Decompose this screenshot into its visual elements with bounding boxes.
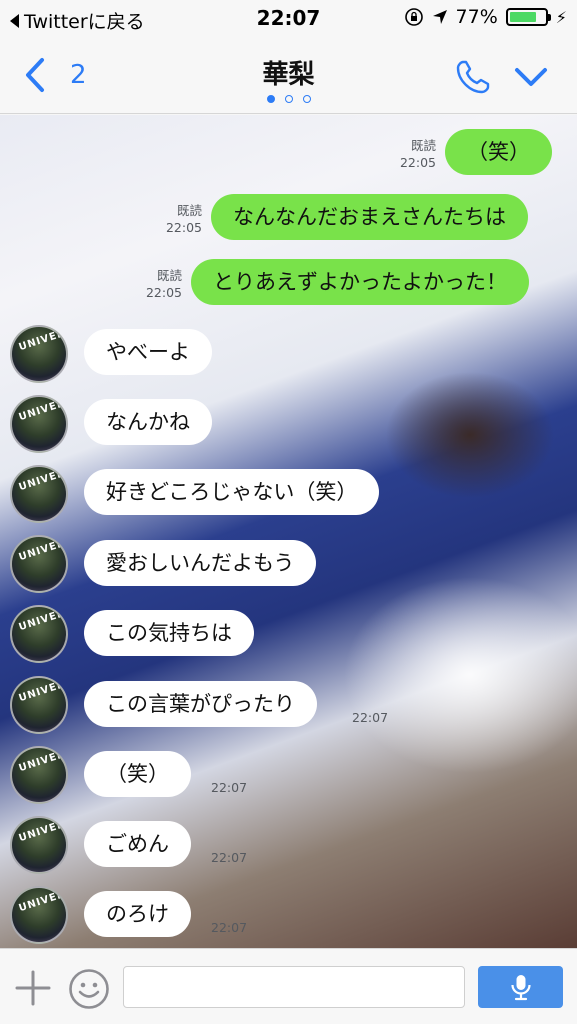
- avatar[interactable]: UNIVER: [10, 816, 68, 874]
- message-bubble-in[interactable]: （笑）: [84, 751, 191, 797]
- message-bubble-in[interactable]: なんかね: [84, 399, 212, 445]
- message-bubble-out[interactable]: なんなんだおまえさんたちは: [211, 194, 528, 240]
- message-time: 22:07: [352, 710, 389, 725]
- message-bubble-in[interactable]: 愛おしいんだよもう: [84, 540, 317, 586]
- status-bar: Twitterに戻る 22:07 77% ⚡: [0, 0, 577, 36]
- message-time: 22:05: [399, 155, 436, 170]
- voice-button[interactable]: [478, 966, 563, 1008]
- message-time: 22:07: [211, 780, 248, 795]
- location-icon: [432, 10, 447, 24]
- message-time: 22:05: [165, 220, 202, 235]
- phone-icon[interactable]: [454, 58, 492, 96]
- message-bubble-in[interactable]: この気持ちは: [84, 610, 254, 656]
- avatar[interactable]: UNIVER: [10, 746, 68, 804]
- message-bubble-out[interactable]: とりあえずよかったよかった！: [191, 259, 529, 305]
- page-dot: [266, 95, 275, 103]
- avatar[interactable]: UNIVER: [10, 605, 68, 663]
- page-dot: [284, 95, 293, 103]
- message-bubble-in[interactable]: この言葉がぴったり: [84, 681, 317, 727]
- rotation-lock-icon: [404, 8, 423, 26]
- message-time: 22:05: [145, 285, 182, 300]
- message-input[interactable]: [123, 966, 465, 1008]
- charging-icon: ⚡: [555, 7, 567, 27]
- read-receipt: 既読: [176, 203, 202, 218]
- battery-percent: 77%: [455, 6, 498, 28]
- message-time: 22:07: [211, 850, 248, 865]
- message-bubble-out[interactable]: （笑）: [445, 129, 552, 175]
- avatar[interactable]: UNIVER: [10, 886, 68, 944]
- avatar[interactable]: UNIVER: [10, 535, 68, 593]
- avatar[interactable]: UNIVER: [10, 325, 68, 383]
- plus-icon[interactable]: [14, 969, 52, 1007]
- avatar[interactable]: UNIVER: [10, 465, 68, 523]
- page-dot: [302, 95, 311, 103]
- microphone-icon: [510, 975, 531, 1001]
- read-receipt: 既読: [410, 138, 436, 153]
- page-indicator: [0, 95, 577, 103]
- message-input-bar: [0, 948, 577, 1024]
- chevron-down-icon[interactable]: [513, 62, 549, 92]
- read-receipt: 既読: [156, 268, 182, 283]
- message-time: 22:07: [211, 920, 248, 935]
- message-bubble-in[interactable]: のろけ: [84, 891, 191, 937]
- message-bubble-in[interactable]: やべーよ: [84, 329, 212, 375]
- chat-area[interactable]: 既読 22:05 （笑） 既読 22:05 なんなんだおまえさんたちは 既読 2…: [0, 115, 577, 948]
- smile-icon[interactable]: [68, 968, 110, 1010]
- message-bubble-in[interactable]: ごめん: [84, 821, 191, 867]
- avatar[interactable]: UNIVER: [10, 395, 68, 453]
- avatar[interactable]: UNIVER: [10, 676, 68, 734]
- message-bubble-in[interactable]: 好きどころじゃない（笑）: [84, 469, 380, 515]
- chat-header: 2 華梨: [0, 36, 577, 114]
- battery-icon: [505, 8, 551, 26]
